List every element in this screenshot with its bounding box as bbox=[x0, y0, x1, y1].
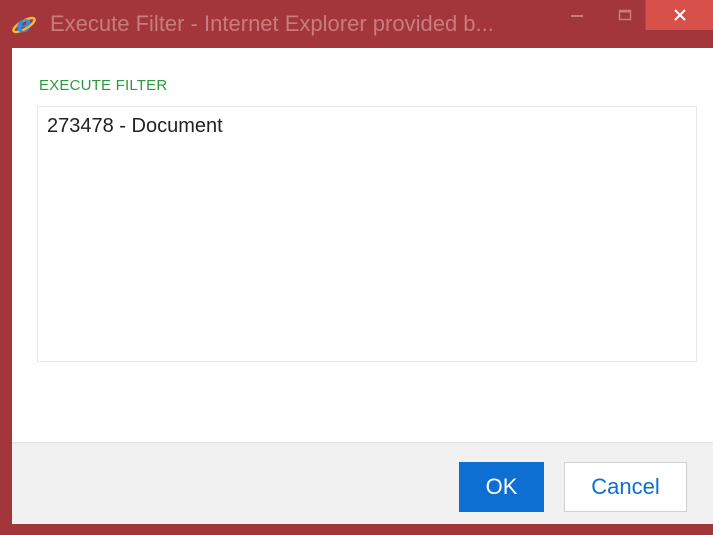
close-button[interactable] bbox=[645, 0, 713, 30]
browser-window: e Execute Filter - Internet Explorer pro… bbox=[0, 0, 713, 535]
section-label: EXECUTE FILTER bbox=[39, 77, 168, 94]
list-item[interactable]: 273478 - Document bbox=[47, 115, 223, 138]
window-title: Execute Filter - Internet Explorer provi… bbox=[50, 11, 494, 36]
title-bar[interactable]: e Execute Filter - Internet Explorer pro… bbox=[0, 0, 713, 46]
svg-text:e: e bbox=[16, 10, 31, 38]
dialog-footer: OK Cancel bbox=[12, 442, 713, 524]
minimize-icon bbox=[571, 15, 583, 17]
maximize-button[interactable] bbox=[608, 0, 642, 30]
cancel-button[interactable]: Cancel bbox=[564, 462, 687, 512]
ok-button[interactable]: OK bbox=[459, 462, 544, 512]
filter-list[interactable]: 273478 - Document bbox=[37, 106, 697, 362]
internet-explorer-icon: e bbox=[10, 9, 38, 38]
minimize-button[interactable] bbox=[560, 0, 594, 30]
maximize-icon bbox=[618, 9, 632, 21]
close-icon bbox=[674, 9, 686, 21]
dialog-body: EXECUTE FILTER 273478 - Document OK Canc… bbox=[12, 48, 713, 524]
